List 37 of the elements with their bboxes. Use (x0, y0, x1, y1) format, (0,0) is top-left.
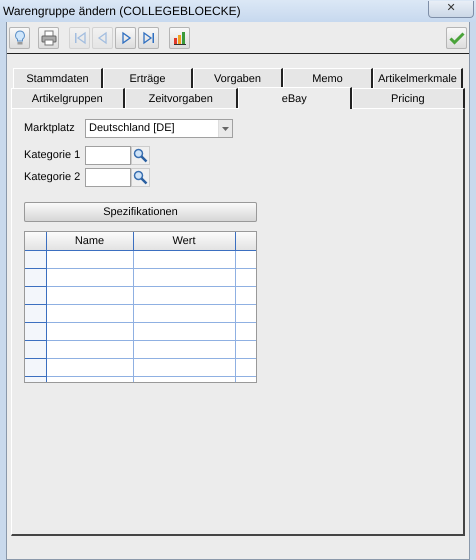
search-button[interactable] (131, 168, 150, 187)
category-field[interactable] (85, 146, 131, 165)
close-button[interactable]: ✕ (428, 0, 474, 18)
tab[interactable]: eBay (238, 87, 352, 109)
printer-button[interactable] (38, 26, 59, 48)
search-icon (133, 170, 148, 185)
row-header (25, 232, 46, 250)
tab[interactable]: Erträge (103, 68, 193, 88)
bar-chart-button[interactable] (169, 26, 190, 48)
tab[interactable]: Pricing (352, 88, 465, 108)
lightbulb-button[interactable] (9, 26, 30, 48)
field-label: Marktplatz (24, 121, 76, 136)
tab[interactable]: Zeitvorgaben (124, 88, 238, 108)
column-header: Name (46, 232, 133, 250)
skip-last-button[interactable] (138, 26, 159, 48)
next-button[interactable] (115, 26, 136, 48)
marketplace-dropdown[interactable]: Deutschland [DE] (85, 119, 233, 138)
checkmark-icon (448, 30, 464, 46)
tab[interactable]: Memo (283, 68, 373, 88)
column-header (235, 232, 256, 250)
search-button[interactable] (131, 146, 150, 165)
skip-last-icon (140, 30, 156, 46)
window-title: Warengruppe ändern (COLLEGEBLOECKE) (3, 3, 242, 20)
field-label: Kategorie 2 (24, 170, 82, 186)
caret-icon (218, 120, 232, 137)
specifications-button[interactable]: Spezifikationen (24, 202, 257, 222)
tab[interactable]: Stammdaten (13, 68, 103, 88)
field-label: Kategorie 1 (24, 148, 82, 164)
column-header: Wert (133, 232, 235, 250)
tab[interactable]: Artikelgruppen (11, 88, 124, 108)
tab[interactable]: Vorgaben (193, 68, 283, 88)
tab[interactable]: Artikelmerkmale (373, 68, 463, 88)
printer-icon (40, 30, 56, 46)
search-icon (133, 148, 148, 163)
bar-chart-icon (172, 30, 188, 46)
checkmark-button[interactable] (446, 26, 467, 48)
category-field[interactable] (85, 168, 131, 187)
